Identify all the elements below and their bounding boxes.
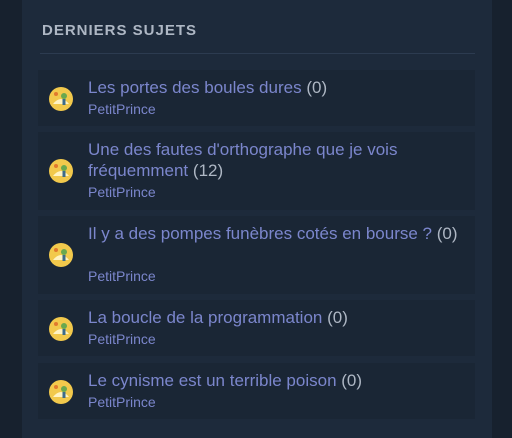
reply-count: (0) [436, 224, 458, 243]
topic-title-link[interactable]: Il y a des pompes funèbres cotés en bour… [88, 224, 432, 243]
topic-author[interactable]: PetitPrince [88, 184, 156, 201]
little-prince-avatar-icon[interactable] [48, 316, 74, 342]
reply-count: (0) [327, 308, 348, 327]
topic-author[interactable]: PetitPrince [88, 394, 156, 411]
topic-author[interactable]: PetitPrince [88, 331, 156, 348]
topic-item[interactable]: Il y a des pompes funèbres cotés en bour… [38, 216, 475, 294]
topic-title-link[interactable]: Les portes des boules dures [88, 78, 302, 97]
topic-item[interactable]: Les portes des boules dures (0) PetitPri… [38, 70, 475, 126]
latest-topics-panel: DERNIERS SUJETS Les portes des boules du… [22, 0, 492, 438]
topic-title-link[interactable]: Le cynisme est un terrible poison [88, 371, 337, 390]
topic-item[interactable]: La boucle de la programmation (0) PetitP… [38, 300, 475, 356]
little-prince-avatar-icon[interactable] [48, 379, 74, 405]
reply-count: (12) [192, 161, 224, 180]
topic-title-link[interactable]: La boucle de la programmation [88, 308, 322, 327]
little-prince-avatar-icon[interactable] [48, 158, 74, 184]
topic-title[interactable]: Une des fautes d'orthographe que je vois… [88, 139, 467, 181]
divider [40, 53, 475, 54]
topic-item[interactable]: Le cynisme est un terrible poison (0) Pe… [38, 363, 475, 419]
reply-count: (0) [306, 78, 328, 97]
little-prince-avatar-icon[interactable] [48, 242, 74, 268]
topic-title-link[interactable]: Une des fautes d'orthographe que je vois… [88, 140, 397, 180]
reply-count: (0) [341, 371, 363, 390]
section-title: DERNIERS SUJETS [42, 22, 198, 39]
topic-title[interactable]: La boucle de la programmation (0) [88, 307, 467, 328]
topic-title[interactable]: Le cynisme est un terrible poison (0) [88, 370, 467, 391]
topic-title[interactable]: Les portes des boules dures (0) [88, 77, 467, 98]
topic-title[interactable]: Il y a des pompes funèbres cotés en bour… [88, 223, 467, 244]
topic-author[interactable]: PetitPrince [88, 268, 156, 285]
topic-author[interactable]: PetitPrince [88, 101, 156, 118]
topic-item[interactable]: Une des fautes d'orthographe que je vois… [38, 132, 475, 210]
little-prince-avatar-icon[interactable] [48, 86, 74, 112]
